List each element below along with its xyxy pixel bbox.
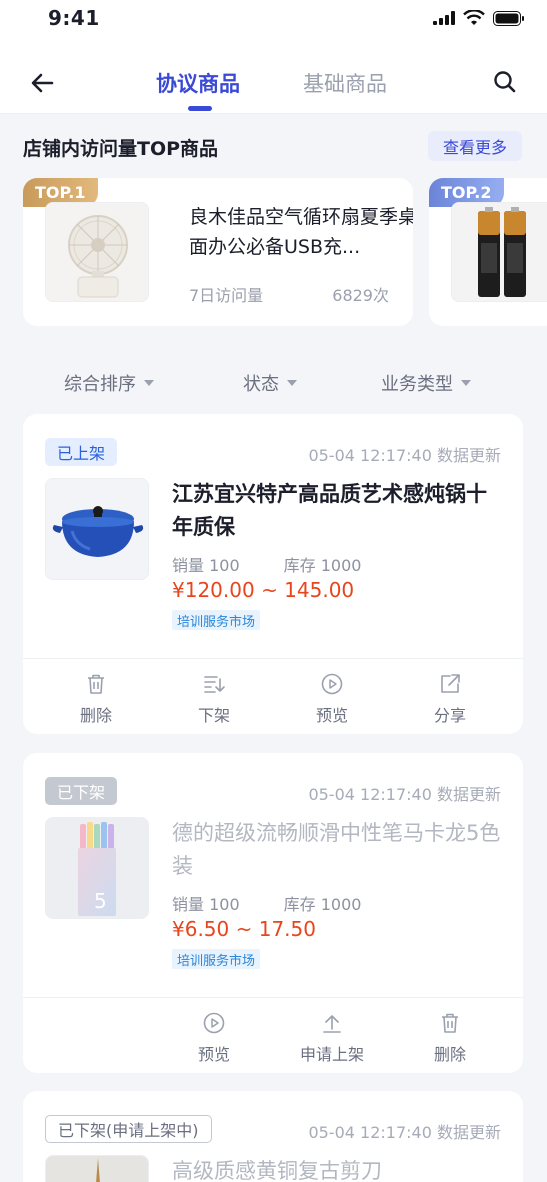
nav-bar: 协议商品 基础商品 [0, 40, 547, 114]
action-label: 下架 [197, 706, 230, 725]
divider [23, 997, 523, 998]
filter-label: 综合排序 [64, 374, 136, 395]
preview-button[interactable]: 预览 [169, 1011, 259, 1065]
sales-count: 销量 100 [172, 895, 240, 914]
caret-down-icon [144, 380, 154, 386]
preview-button[interactable]: 预览 [287, 672, 377, 726]
play-circle-icon [321, 673, 343, 695]
trash-icon [442, 1013, 458, 1033]
status-badge: 已下架 [45, 777, 118, 805]
filter-bar: 综合排序 状态 业务类型 [0, 370, 547, 398]
action-label: 申请上架 [299, 1045, 364, 1064]
divider [23, 658, 523, 659]
status-icons [433, 10, 525, 26]
update-date: 05-04 [308, 785, 355, 804]
status-badge: 已上架 [45, 438, 118, 466]
search-icon[interactable] [491, 68, 519, 96]
product-card[interactable]: 已上架 05-04 12:17:40 数据更新 江苏宜兴特产高品质艺术感炖锅十年… [23, 414, 523, 734]
tab-agreement-products[interactable]: 协议商品 [156, 68, 240, 98]
delete-button[interactable]: 删除 [51, 672, 141, 726]
action-label: 分享 [433, 706, 466, 725]
share-icon [441, 674, 460, 693]
filter-business-type[interactable]: 业务类型 [381, 370, 471, 396]
action-label: 预览 [315, 706, 348, 725]
market-tag: 培训服务市场 [172, 949, 261, 969]
update-time: 05-04 12:17:40 数据更新 [308, 781, 501, 805]
update-clock: 12:17:40 [360, 785, 432, 804]
price-range: ¥120.00 ~ 145.00 [172, 578, 355, 602]
status-badge: 已下架(申请上架中) [45, 1115, 212, 1143]
product-meta: 销量 100 库存 1000 [172, 552, 361, 576]
product-thumbnail [45, 202, 149, 302]
action-label: 预览 [197, 1045, 230, 1064]
product-thumbnail [451, 202, 547, 302]
product-title: 德的超级流畅顺滑中性笔马卡龙5色装 [172, 821, 501, 878]
product-meta: 销量 100 库存 1000 [172, 891, 361, 915]
action-label: 删除 [79, 706, 112, 725]
desk-fan-image [46, 203, 148, 301]
wifi-icon [463, 10, 485, 25]
top-product-card[interactable]: TOP.1 良木佳品空气循环扇夏季桌面办公必备USB充... 7日访问量 682… [23, 178, 413, 326]
visit-count: 6829次 [332, 286, 389, 305]
update-date: 05-04 [308, 446, 355, 465]
caret-down-icon [461, 380, 471, 386]
action-label: 删除 [433, 1045, 466, 1064]
product-thumbnail [45, 478, 149, 580]
product-card[interactable]: 已下架(申请上架中) 05-04 12:17:40 数据更新 高级质感黄铜复古剪… [23, 1091, 523, 1182]
update-label: 数据更新 [436, 446, 501, 465]
tab-indicator [188, 106, 212, 111]
price-range: ¥6.50 ~ 17.50 [172, 917, 316, 941]
update-clock: 12:17:40 [360, 1123, 432, 1142]
update-time: 05-04 12:17:40 数据更新 [308, 1119, 501, 1143]
battery-product-image [452, 203, 547, 301]
top-product-title: 良木佳品空气循环扇夏季桌面办公必备USB充... [189, 206, 413, 258]
delete-button[interactable]: 删除 [405, 1011, 495, 1065]
trash-icon [88, 674, 104, 694]
see-more-button[interactable]: 查看更多 [428, 131, 522, 161]
upload-icon [323, 1015, 341, 1033]
update-label: 数据更新 [436, 1123, 501, 1142]
product-title: 高级质感黄铜复古剪刀 [172, 1159, 382, 1182]
section-title: 店铺内访问量TOP商品 [23, 138, 219, 160]
visit-label: 7日访问量 [189, 286, 264, 305]
stock-count: 库存 1000 [283, 895, 362, 914]
tab-basic-products[interactable]: 基础商品 [303, 68, 387, 98]
status-bar: 9:41 [0, 0, 547, 40]
product-thumbnail [45, 1155, 149, 1182]
pen-set-image: 5 [46, 818, 148, 918]
market-tag: 培训服务市场 [172, 610, 261, 630]
scissors-image [46, 1156, 148, 1182]
battery-icon [493, 10, 524, 26]
product-title: 江苏宜兴特产高品质艺术感炖锅十年质保 [172, 482, 487, 539]
product-card[interactable]: 已下架 05-04 12:17:40 数据更新 5 德的超级流畅顺滑中性笔马卡龙… [23, 753, 523, 1073]
update-date: 05-04 [308, 1123, 355, 1142]
filter-sort[interactable]: 综合排序 [64, 370, 154, 396]
status-time: 9:41 [48, 6, 100, 30]
delist-button[interactable]: 下架 [169, 672, 259, 726]
update-clock: 12:17:40 [360, 446, 432, 465]
play-circle-icon [203, 1012, 225, 1034]
filter-status[interactable]: 状态 [243, 370, 297, 396]
top-product-card[interactable]: TOP.2 [429, 178, 547, 326]
caret-down-icon [287, 380, 297, 386]
update-time: 05-04 12:17:40 数据更新 [308, 442, 501, 466]
update-label: 数据更新 [436, 785, 501, 804]
casserole-pot-image [46, 479, 148, 579]
sales-count: 销量 100 [172, 556, 240, 575]
request-listing-button[interactable]: 申请上架 [287, 1011, 377, 1065]
svg-text:5: 5 [94, 889, 107, 913]
signal-icon [433, 11, 455, 25]
delist-icon [204, 676, 225, 693]
filter-label: 状态 [243, 374, 279, 395]
filter-label: 业务类型 [381, 374, 453, 395]
product-thumbnail: 5 [45, 817, 149, 919]
back-arrow-icon[interactable] [28, 68, 58, 98]
stock-count: 库存 1000 [283, 556, 362, 575]
share-button[interactable]: 分享 [405, 672, 495, 726]
